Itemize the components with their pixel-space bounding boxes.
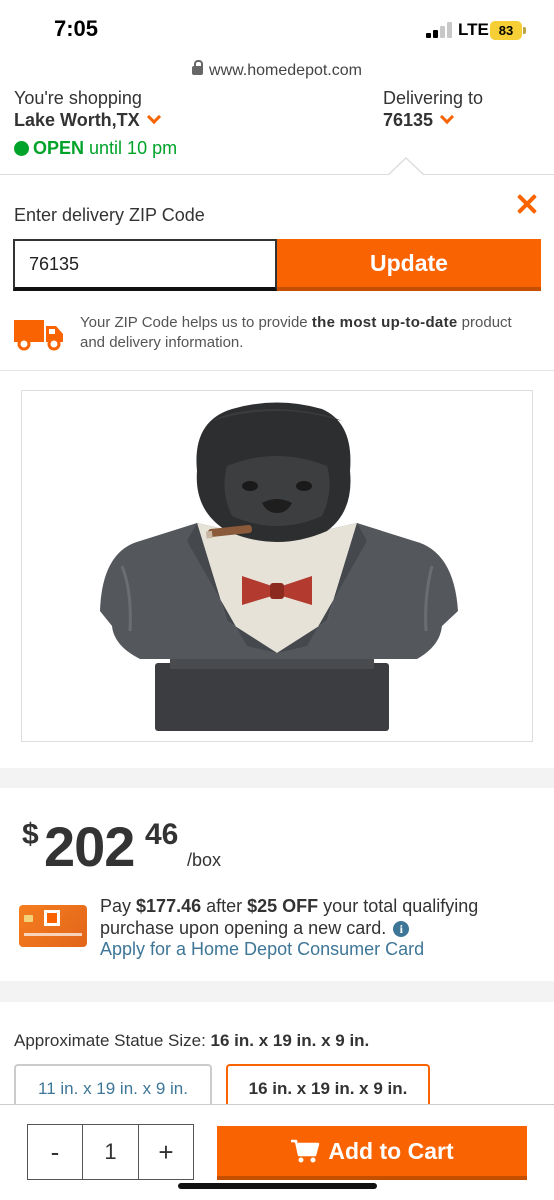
- size-option-16in[interactable]: 16 in. x 19 in. x 9 in.: [226, 1064, 430, 1108]
- price-currency: $: [22, 818, 39, 851]
- zip-panel-title: Enter delivery ZIP Code: [14, 205, 205, 225]
- address-bar[interactable]: www.homedepot.com: [0, 56, 554, 88]
- signal-icon: [426, 22, 452, 38]
- price-section: $ 202 46 /box Pay $177.46 after $25 OFF …: [0, 788, 554, 981]
- delivery-zip: 76135: [383, 110, 434, 130]
- zip-code-panel: Enter delivery ZIP Code Update Your ZIP …: [0, 157, 554, 370]
- size-label: Approximate Statue Size: 16 in. x 19 in.…: [14, 1031, 370, 1050]
- lock-icon: [192, 60, 204, 75]
- close-icon[interactable]: [514, 191, 540, 217]
- chevron-down-icon: [146, 109, 161, 125]
- add-to-cart-label: Add to Cart: [328, 1137, 454, 1164]
- store-hours: OPEN until 10 pm: [33, 138, 177, 159]
- update-button[interactable]: Update: [277, 239, 541, 291]
- store-city: Lake Worth,TX: [14, 110, 140, 130]
- product-image[interactable]: [21, 390, 533, 742]
- size-option-11in[interactable]: 11 in. x 19 in. x 9 in.: [14, 1064, 212, 1108]
- url-text: www.homedepot.com: [209, 62, 362, 79]
- battery-icon: 83: [490, 21, 526, 40]
- clock: 7:05: [54, 16, 99, 41]
- shopping-label: You're shopping: [14, 88, 142, 108]
- zip-note: Your ZIP Code helps us to provide the mo…: [80, 314, 512, 351]
- credit-card-icon: [19, 905, 87, 947]
- quantity-stepper: - 1 +: [27, 1124, 194, 1180]
- info-icon[interactable]: i: [393, 921, 410, 937]
- product-image-section: [0, 370, 554, 768]
- add-to-cart-button[interactable]: Add to Cart: [217, 1126, 527, 1180]
- chevron-down-icon: [439, 109, 455, 125]
- price-dollars: 202: [44, 815, 135, 878]
- network-type: LTE: [458, 20, 489, 39]
- size-section: Approximate Statue Size: 16 in. x 19 in.…: [0, 1002, 554, 1108]
- zip-code-input[interactable]: [13, 239, 277, 291]
- status-bar: 7:05 LTE 83: [0, 0, 554, 56]
- increase-quantity-button[interactable]: +: [139, 1125, 193, 1179]
- price-cents: 46: [145, 818, 179, 851]
- store-header: You're shopping Lake Worth,TX OPEN until…: [0, 88, 554, 174]
- card-promo-text: Pay $177.46 after $25 OFF your total qua…: [100, 896, 479, 938]
- price-unit: /box: [187, 850, 222, 870]
- store-selector[interactable]: Lake Worth,TX: [14, 109, 161, 131]
- decrease-quantity-button[interactable]: -: [28, 1125, 82, 1179]
- cart-icon: [291, 1139, 320, 1163]
- truck-icon: [14, 320, 63, 351]
- apply-card-link[interactable]: Apply for a Home Depot Consumer Card: [100, 939, 424, 960]
- open-hours: until 10 pm: [89, 138, 178, 158]
- open-status: OPEN: [33, 138, 85, 158]
- open-status-icon: [14, 141, 29, 156]
- home-indicator[interactable]: [178, 1183, 377, 1189]
- panel-caret: [389, 159, 423, 175]
- delivery-zip-selector[interactable]: 76135: [383, 109, 455, 131]
- quantity-input[interactable]: 1: [82, 1125, 139, 1179]
- gorilla-statue-image: [100, 402, 458, 731]
- delivering-label: Delivering to: [383, 88, 484, 108]
